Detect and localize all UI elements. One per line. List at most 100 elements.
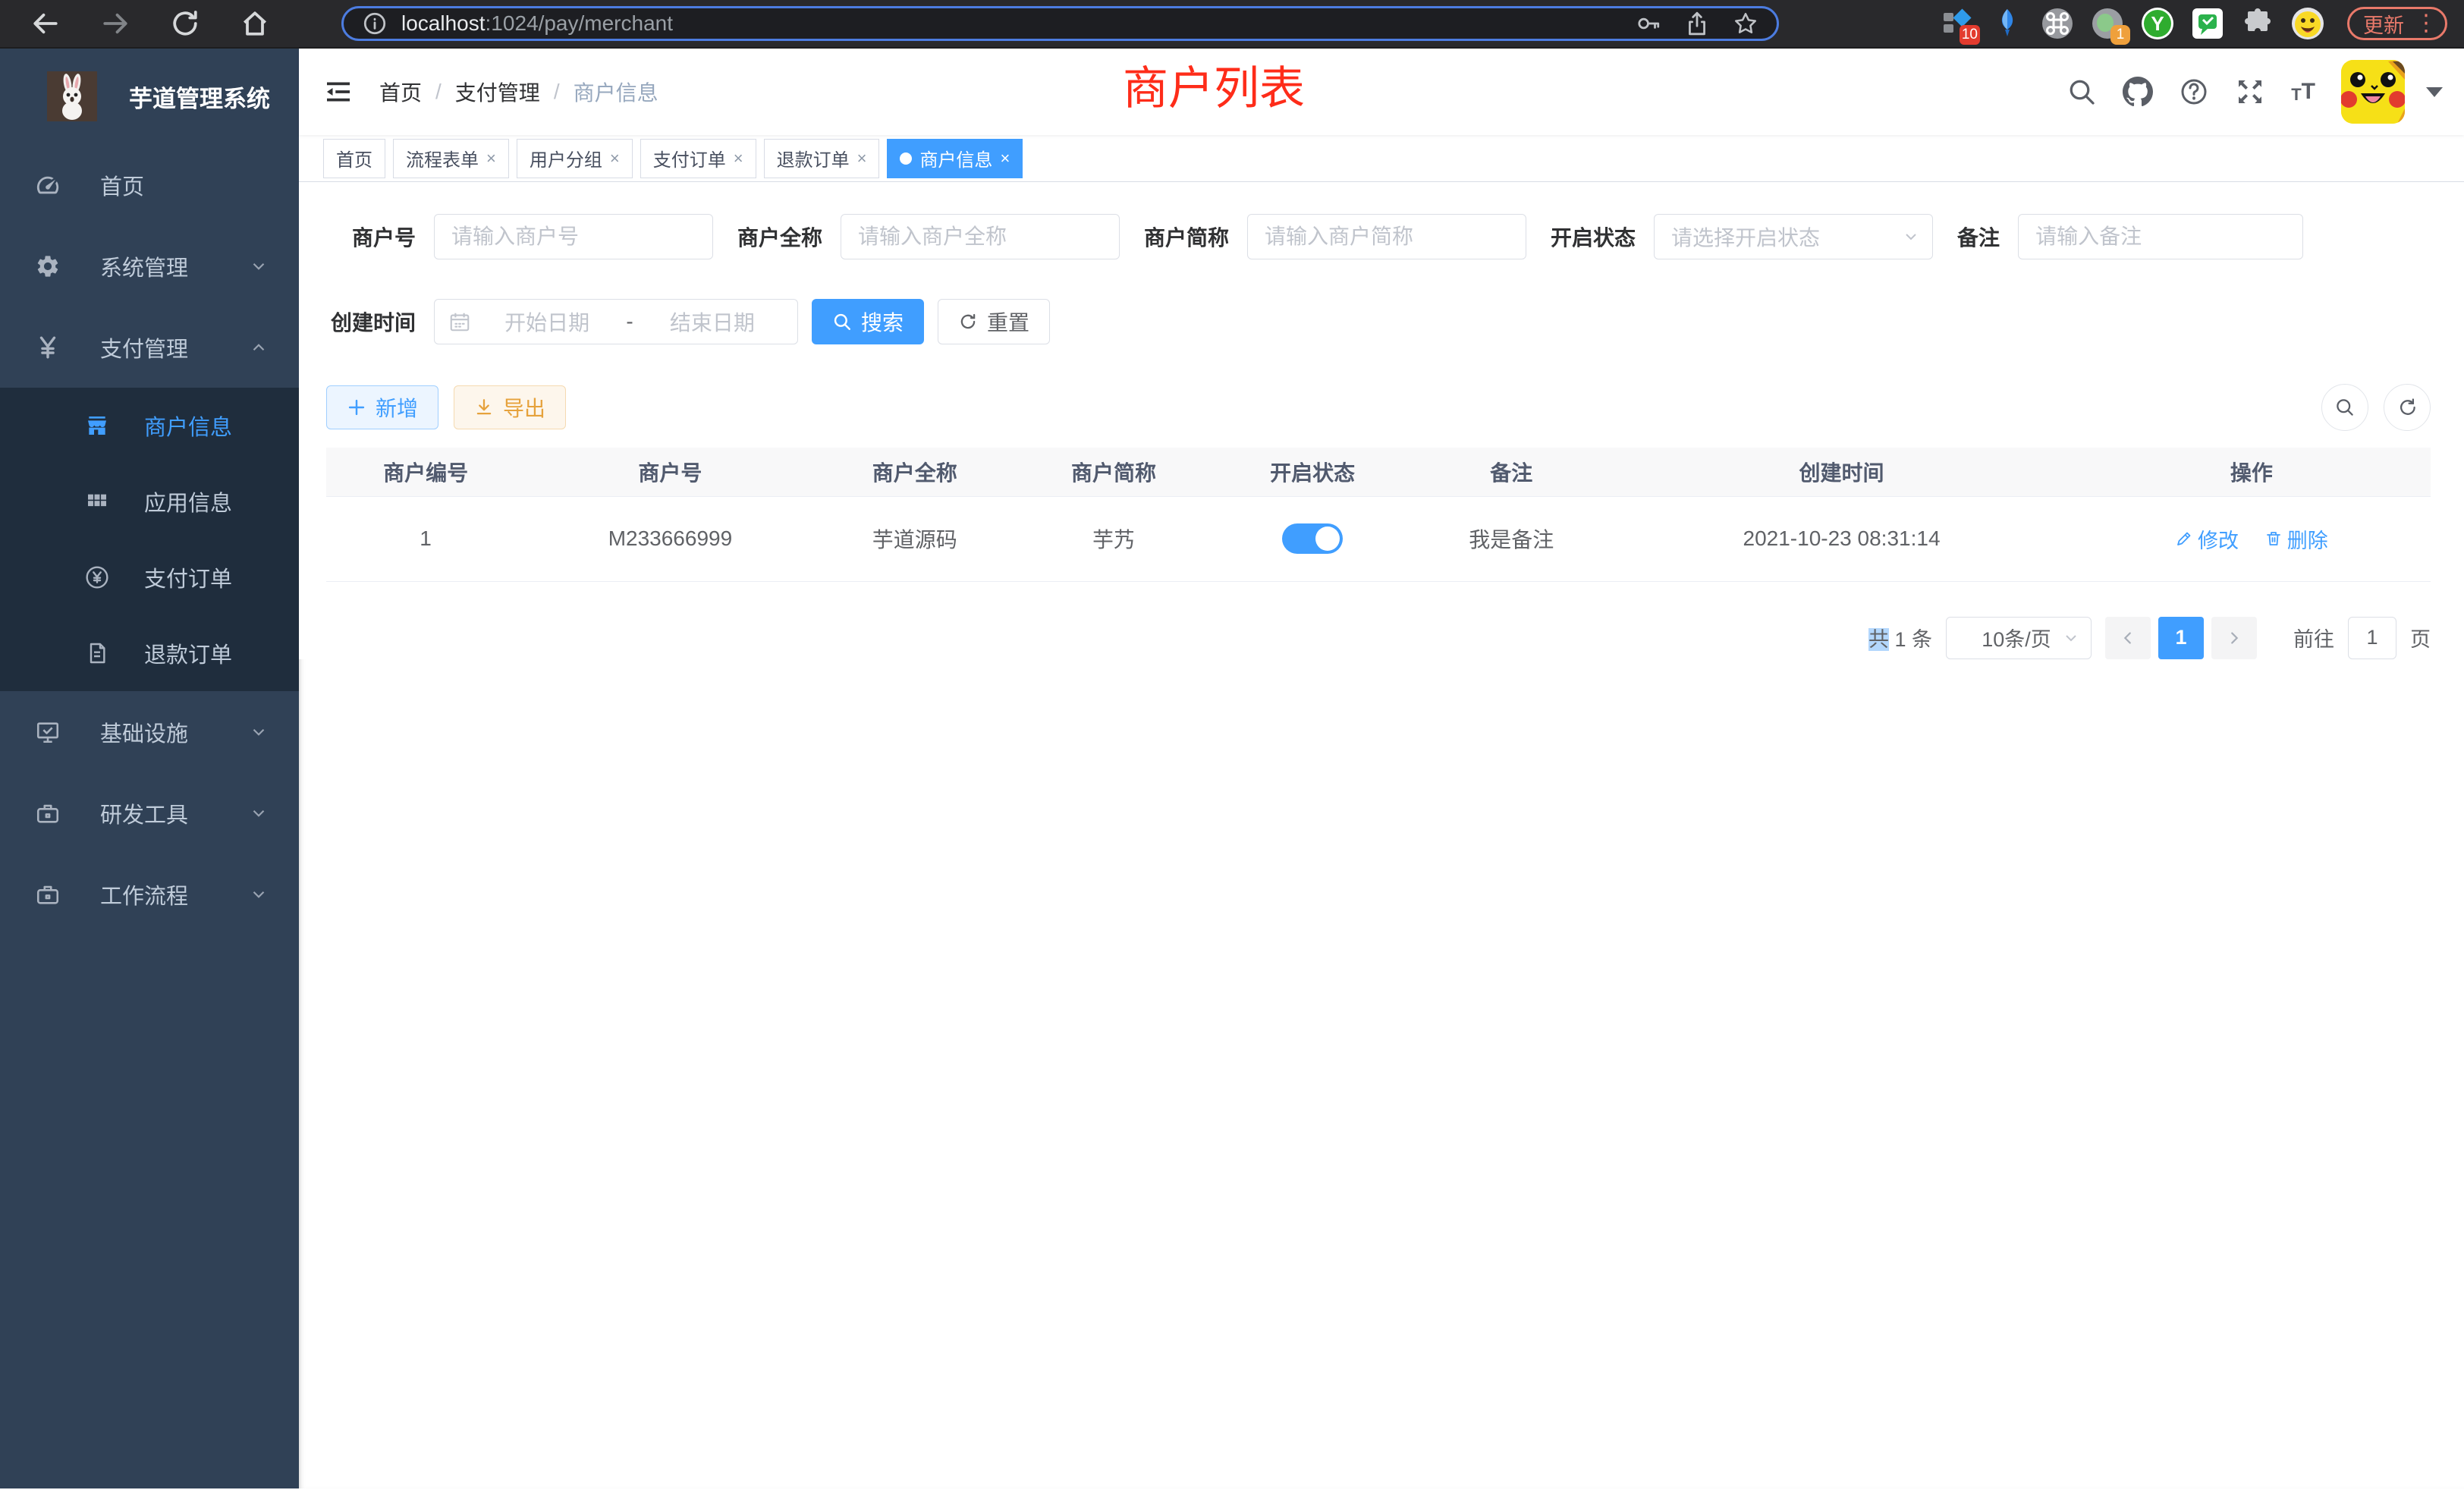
tab-close-icon[interactable]: × xyxy=(610,149,620,168)
url-bar[interactable]: localhost:1024/pay/merchant xyxy=(341,6,1779,41)
chevron-down-icon xyxy=(2062,629,2080,647)
chevron-down-icon xyxy=(249,803,269,823)
reset-button[interactable]: 重置 xyxy=(938,299,1050,344)
pagination-total-highlight: 共 xyxy=(1868,628,1889,651)
sidebar-item-refund-order[interactable]: 退款订单 xyxy=(0,615,299,691)
sidebar-item-label: 工作流程 xyxy=(100,879,249,910)
extensions-puzzle-icon[interactable] xyxy=(2241,7,2274,40)
tampermonkey-extension-icon[interactable]: 1 xyxy=(2091,7,2124,40)
password-key-icon[interactable] xyxy=(1636,11,1661,36)
sidebar-item-app-info[interactable]: 应用信息 xyxy=(0,464,299,539)
sidebar-item-infrastructure[interactable]: 基础设施 xyxy=(0,691,299,772)
remark-input[interactable] xyxy=(2018,214,2303,259)
app-logo: 芋道管理系统 xyxy=(0,49,299,144)
tab-label: 用户分组 xyxy=(530,145,602,171)
column-header-actions: 操作 xyxy=(2073,448,2431,496)
cell-actions: 修改 删除 xyxy=(2073,496,2431,581)
goto-page-input[interactable] xyxy=(2348,617,2396,659)
sidebar-item-label: 首页 xyxy=(100,169,269,201)
extensions-area: 10 1 Y 更新 xyxy=(1799,7,2447,40)
sidebar-item-dev-tools[interactable]: 研发工具 xyxy=(0,772,299,853)
merchant-fullname-input[interactable] xyxy=(841,214,1120,259)
merchant-shortname-input[interactable] xyxy=(1247,214,1526,259)
help-icon[interactable] xyxy=(2179,77,2209,107)
chat-extension-icon[interactable] xyxy=(2191,7,2224,40)
tab-close-icon[interactable]: × xyxy=(857,149,867,168)
font-size-icon[interactable]: TT xyxy=(2291,80,2315,103)
page-number-button[interactable]: 1 xyxy=(2158,617,2204,659)
navbar: 首页 / 支付管理 / 商户信息 TT xyxy=(299,49,2464,135)
user-avatar[interactable] xyxy=(2341,60,2405,124)
sidebar-item-workflow[interactable]: 工作流程 xyxy=(0,853,299,935)
search-icon[interactable] xyxy=(2066,77,2097,107)
share-icon[interactable] xyxy=(1684,11,1710,36)
tab-label: 首页 xyxy=(336,145,372,171)
refresh-table-button[interactable] xyxy=(2384,384,2431,431)
home-icon[interactable] xyxy=(240,8,270,39)
yen-circle-icon xyxy=(85,565,109,589)
merchant-no-input[interactable] xyxy=(434,214,713,259)
grid-icon xyxy=(85,489,109,514)
sidebar-item-system[interactable]: 系统管理 xyxy=(0,225,299,306)
merchant-table: 商户编号 商户号 商户全称 商户简称 开启状态 备注 创建时间 操作 1 xyxy=(326,448,2431,582)
cell-status xyxy=(1213,496,1412,581)
breadcrumb-item-payment[interactable]: 支付管理 xyxy=(455,77,540,107)
column-header-id: 商户编号 xyxy=(326,448,525,496)
toggle-search-button[interactable] xyxy=(2321,384,2368,431)
tab-label: 流程表单 xyxy=(406,145,479,171)
breadcrumb-separator: / xyxy=(554,80,560,104)
prev-page-button[interactable] xyxy=(2105,617,2151,659)
sidebar-item-home[interactable]: 首页 xyxy=(0,144,299,225)
reload-icon[interactable] xyxy=(170,8,200,39)
column-header-shortname: 商户简称 xyxy=(1014,448,1213,496)
command-extension-icon[interactable] xyxy=(2041,7,2074,40)
export-button[interactable]: 导出 xyxy=(454,385,566,429)
next-page-button[interactable] xyxy=(2211,617,2257,659)
edit-link[interactable]: 修改 xyxy=(2175,524,2239,554)
balloon-extension-icon[interactable] xyxy=(1991,7,2024,40)
browser-menu-dots-icon[interactable]: ⋮ xyxy=(2415,12,2437,35)
tab-home[interactable]: 首页 xyxy=(323,139,385,178)
tab-refund-order[interactable]: 退款订单 × xyxy=(764,139,880,178)
briefcase-icon xyxy=(35,882,61,907)
profile-smiley-avatar[interactable] xyxy=(2291,7,2324,40)
delete-link[interactable]: 删除 xyxy=(2264,524,2328,554)
status-toggle[interactable] xyxy=(1282,523,1343,554)
sidebar-item-pay-order[interactable]: 支付订单 xyxy=(0,539,299,615)
status-select-placeholder: 请选择开启状态 xyxy=(1671,222,1902,252)
cell-fullname: 芋道源码 xyxy=(816,496,1014,581)
proxy-extension-icon[interactable]: 10 xyxy=(1941,7,1974,40)
y-extension-icon[interactable]: Y xyxy=(2141,7,2174,40)
tab-close-icon[interactable]: × xyxy=(734,149,743,168)
pagination: 共 1 条 10条/页 1 前往 xyxy=(326,617,2431,659)
forward-icon[interactable] xyxy=(100,8,130,39)
sidebar-item-merchant-info[interactable]: 商户信息 xyxy=(0,388,299,464)
avatar-caret-icon[interactable] xyxy=(2426,87,2443,97)
pagination-total-rest: 1 条 xyxy=(1889,628,1932,651)
sidebar-item-payment[interactable]: 支付管理 xyxy=(0,306,299,388)
status-select[interactable]: 请选择开启状态 xyxy=(1654,214,1933,259)
url-path: :1024/pay/merchant xyxy=(486,11,674,36)
search-icon xyxy=(2334,397,2356,418)
site-info-icon[interactable] xyxy=(362,11,388,36)
goto-label: 前往 xyxy=(2293,623,2334,652)
create-time-label: 创建时间 xyxy=(326,306,416,337)
tab-close-icon[interactable]: × xyxy=(486,149,496,168)
create-time-range-picker[interactable]: 开始日期 - 结束日期 xyxy=(434,299,798,344)
fullscreen-icon[interactable] xyxy=(2235,77,2265,107)
tab-pay-order[interactable]: 支付订单 × xyxy=(640,139,756,178)
tab-process-form[interactable]: 流程表单 × xyxy=(393,139,509,178)
browser-update-button[interactable]: 更新 ⋮ xyxy=(2347,7,2447,40)
back-icon[interactable] xyxy=(30,8,61,39)
bookmark-star-icon[interactable] xyxy=(1733,11,1758,36)
search-button[interactable]: 搜索 xyxy=(812,299,924,344)
github-icon[interactable] xyxy=(2123,77,2153,107)
add-button[interactable]: 新增 xyxy=(326,385,438,429)
sidebar-collapse-icon[interactable] xyxy=(323,77,354,107)
tab-merchant-info[interactable]: 商户信息 × xyxy=(887,139,1023,178)
page-size-select[interactable]: 10条/页 xyxy=(1946,617,2092,659)
tab-user-group[interactable]: 用户分组 × xyxy=(517,139,633,178)
tab-close-icon[interactable]: × xyxy=(1000,149,1010,168)
tags-view-bar: 首页 流程表单 × 用户分组 × 支付订单 × 退款订单 × xyxy=(299,135,2464,182)
breadcrumb-item-home[interactable]: 首页 xyxy=(379,77,422,107)
